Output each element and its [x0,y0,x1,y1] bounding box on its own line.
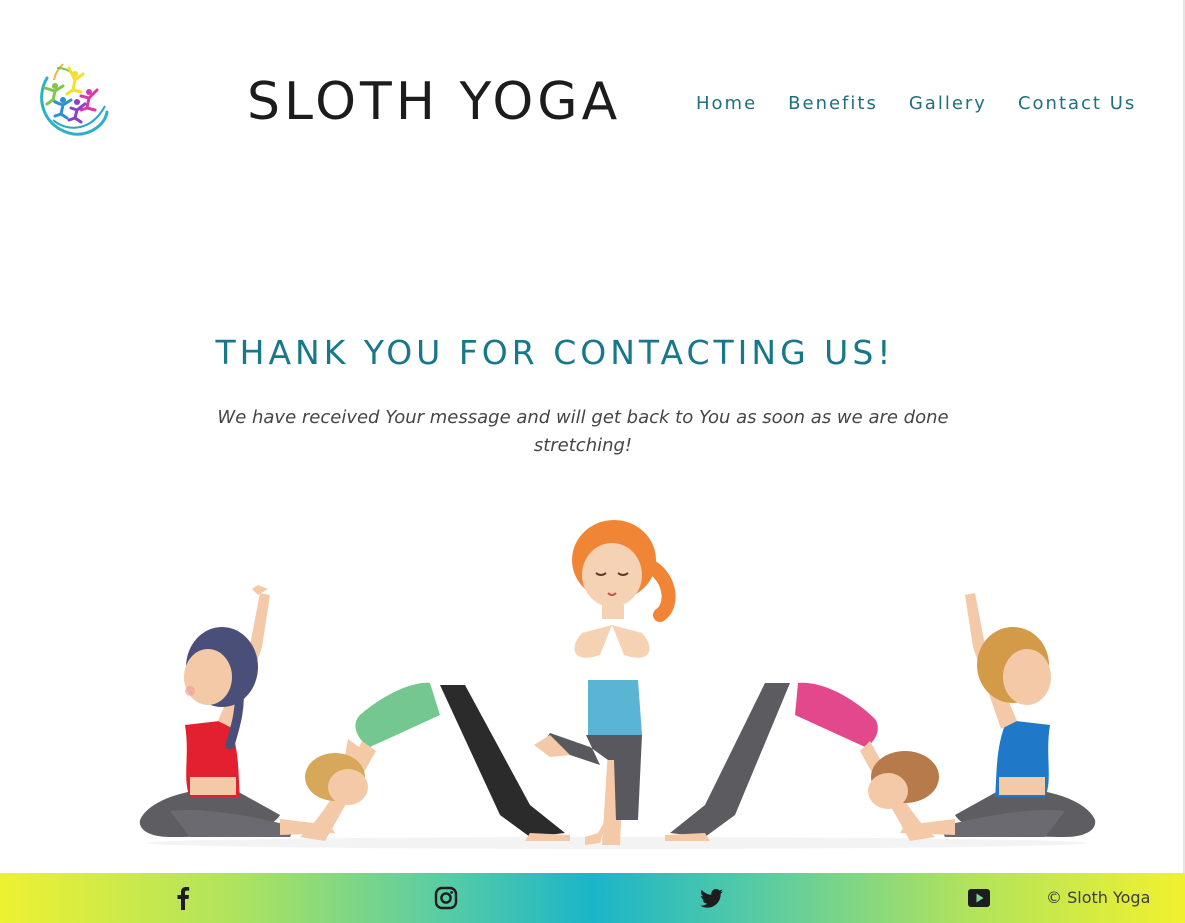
nav-contact-us[interactable]: Contact Us [1018,92,1136,116]
youtube-icon[interactable] [966,885,992,911]
kneeling-girl-right [900,593,1096,837]
kids-yoga-illustration [139,520,1096,849]
nav-benefits[interactable]: Benefits [788,92,878,116]
logo-link[interactable] [33,58,113,138]
confirmation-message: We have received Your message and will g… [217,407,949,456]
girl-tree-pose [534,520,676,845]
twitter-icon[interactable] [699,885,725,911]
copyright-text: © Sloth Yoga [1046,888,1151,907]
instagram-icon[interactable] [433,885,459,911]
kneeling-girl-left [139,585,335,837]
nav-home[interactable]: Home [696,92,757,116]
girl-downward-dog [665,682,939,841]
facebook-icon[interactable] [170,885,196,911]
nav-gallery[interactable]: Gallery [909,92,987,116]
footer: © Sloth Yoga [0,873,1185,923]
main-nav: Home Benefits Gallery Contact Us [696,92,1136,116]
boy-downward-dog [300,682,570,841]
page-heading: THANK YOU FOR CONTACTING US! [215,333,895,372]
site-title: SLOTH YOGA [247,72,622,132]
yoga-stars-logo-icon [40,63,109,136]
